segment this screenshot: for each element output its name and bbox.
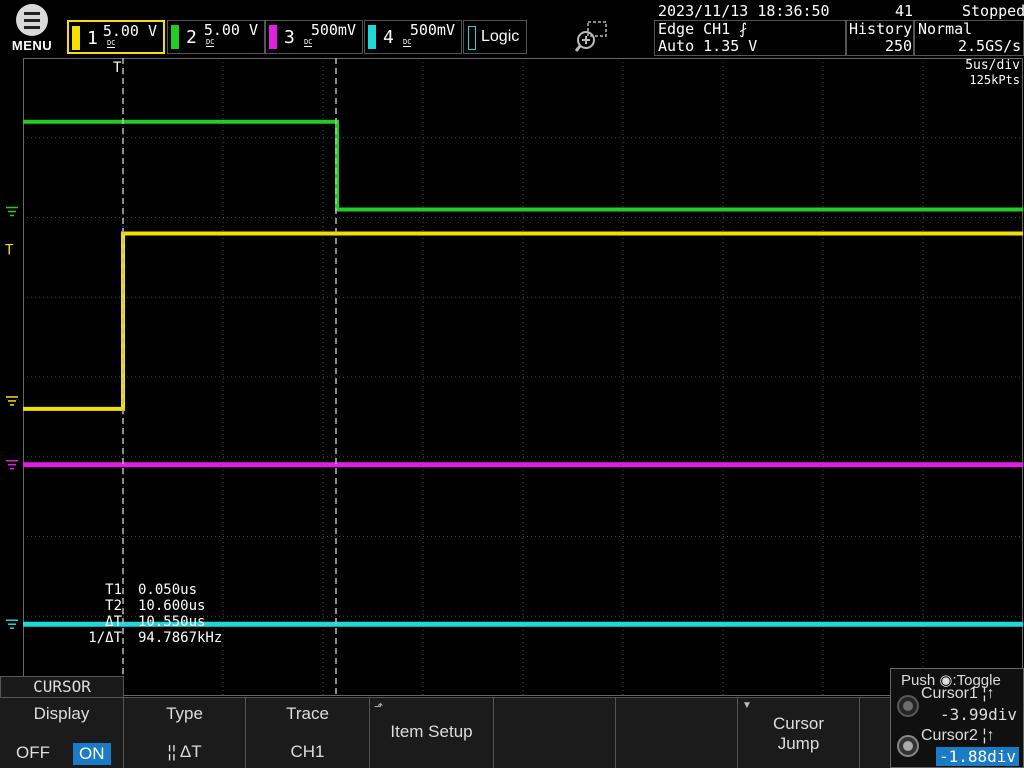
logic-color-bar xyxy=(468,26,476,50)
item-setup-label: Item Setup xyxy=(390,722,473,741)
sample-rate: 2.5GS/s xyxy=(958,37,1022,55)
channel-4-indicator[interactable]: 4 DC 500mV xyxy=(364,20,462,54)
type-value: ¦¦ ΔT xyxy=(167,742,202,761)
trigger-position-icon: T xyxy=(113,60,122,76)
cursor-t2-row: T2 10.600us xyxy=(105,598,206,614)
item-setup-softkey[interactable]: ⬏ Item Setup xyxy=(370,697,494,768)
history-label: History xyxy=(849,20,913,38)
trace-title: Trace xyxy=(286,704,329,723)
channel-1-scale: 5.00 V xyxy=(102,22,157,40)
channel-2-scale: 5.00 V xyxy=(203,21,258,39)
display-title: Display xyxy=(33,704,90,723)
ch2-ground-icon xyxy=(6,206,18,217)
channel-1-number: 1 xyxy=(87,28,98,49)
timebase-readout: 5us/div 125kPts xyxy=(965,58,1020,87)
ch1-ground-icon xyxy=(6,396,18,406)
channel-2-indicator[interactable]: 2 DC 5.00 V xyxy=(167,20,265,54)
cursor-delta-t-row: ΔT 10.550us xyxy=(105,614,206,630)
menu-icon xyxy=(16,4,48,36)
cursor-t1-row: T1 0.050us xyxy=(105,582,198,598)
cursor-jump-softkey[interactable]: ▼ Cursor Jump xyxy=(738,697,860,768)
empty-softkey-6 xyxy=(616,697,738,768)
cursor-knob-panel: Push ◉:Toggle Cursor1 ¦↑ -3.99div Cursor… xyxy=(890,668,1024,768)
waveform-traces xyxy=(23,119,1023,627)
channel-3-number: 3 xyxy=(284,27,295,48)
channel-1-color-bar xyxy=(72,26,80,50)
cursor-menu-tab: CURSOR xyxy=(0,676,124,698)
trace-value: CH1 xyxy=(290,742,325,761)
menu-label: MENU xyxy=(11,38,53,53)
cursor-measurements: T1 0.050us T2 10.600us ΔT 10.550us 1/ΔT 94.7… xyxy=(80,582,222,646)
display-softkey[interactable]: Display OFF ON xyxy=(0,697,124,768)
logic-label: Logic xyxy=(481,28,520,45)
display-off-option[interactable]: OFF xyxy=(16,743,50,763)
cursor1-label: Cursor1 ¦↑ xyxy=(921,685,995,702)
trigger-level-icon: T xyxy=(5,242,14,258)
channel-2-number: 2 xyxy=(186,27,197,48)
record-length: 125kPts xyxy=(969,73,1020,87)
date-time: 2023/11/13 18:36:50 xyxy=(658,2,830,20)
empty-softkey-8 xyxy=(860,697,890,768)
cursor2-label: Cursor2 ¦↑ xyxy=(921,727,995,744)
acquisition-count: 41 xyxy=(895,2,914,20)
cursor1-knob-icon[interactable] xyxy=(897,695,919,717)
cursor-freq-row: 1/ΔT 94.7867kHz xyxy=(88,630,223,646)
time-per-div: 5us/div xyxy=(965,58,1020,73)
channel-3-indicator[interactable]: 3 DC 500mV xyxy=(265,20,363,54)
channel-1-coupling-icon: DC xyxy=(107,39,116,48)
dropdown-corner-icon: ▼ xyxy=(742,700,752,711)
channel-4-coupling-icon: DC xyxy=(403,38,412,47)
channel-4-number: 4 xyxy=(383,27,394,48)
history-value: 250 xyxy=(885,37,913,55)
cursor2-knob-icon[interactable] xyxy=(897,735,919,757)
channel-3-coupling-icon: DC xyxy=(304,38,313,47)
trigger-mode-level: Auto 1.35 V xyxy=(658,37,758,55)
empty-softkey-5 xyxy=(494,697,616,768)
cursor-jump-label: Cursor Jump xyxy=(772,714,824,753)
cursor1-value: -3.99div xyxy=(939,705,1017,724)
trace-softkey[interactable]: Trace CH1 xyxy=(246,697,370,768)
acquisition-mode: Normal xyxy=(918,20,973,38)
rising-edge-icon: ⨏ xyxy=(739,20,748,38)
channel-2-color-bar xyxy=(171,25,179,49)
top-status-bar: MENU 1 DC 5.00 V 2 DC 5.00 V 3 DC 500mV … xyxy=(0,0,1024,56)
trigger-edge-source: Edge CH1 ⨏ xyxy=(658,20,748,38)
run-state[interactable]: Stopped xyxy=(962,2,1024,20)
channel-4-scale: 500mV xyxy=(409,21,455,39)
cursor2-value: -1.88div xyxy=(935,747,1019,766)
channel-4-color-bar xyxy=(368,25,376,49)
channel-3-color-bar xyxy=(269,25,277,49)
ch3-ground-icon xyxy=(6,459,18,470)
softkey-bar: Display OFF ON Type ¦¦ ΔT Trace CH1 ⬏ It… xyxy=(0,697,890,768)
logic-indicator[interactable]: Logic xyxy=(463,20,527,54)
type-title: Type xyxy=(166,704,203,723)
type-softkey[interactable]: Type ¦¦ ΔT xyxy=(124,697,246,768)
menu-button[interactable]: MENU xyxy=(6,4,58,54)
channel-3-scale: 500mV xyxy=(310,21,356,39)
channel-ground-markers: T xyxy=(5,206,18,629)
ch4-ground-icon xyxy=(6,619,18,629)
cursor-marker-icon: ¦↑ xyxy=(982,685,995,702)
channel-2-coupling-icon: DC xyxy=(206,38,215,47)
zoom-icon[interactable] xyxy=(574,20,610,54)
display-on-option[interactable]: ON xyxy=(73,743,111,765)
popup-corner-icon: ⬏ xyxy=(374,701,384,713)
channel-1-indicator[interactable]: 1 DC 5.00 V xyxy=(67,20,165,54)
cursor-marker-icon: ¦↑ xyxy=(982,727,995,744)
